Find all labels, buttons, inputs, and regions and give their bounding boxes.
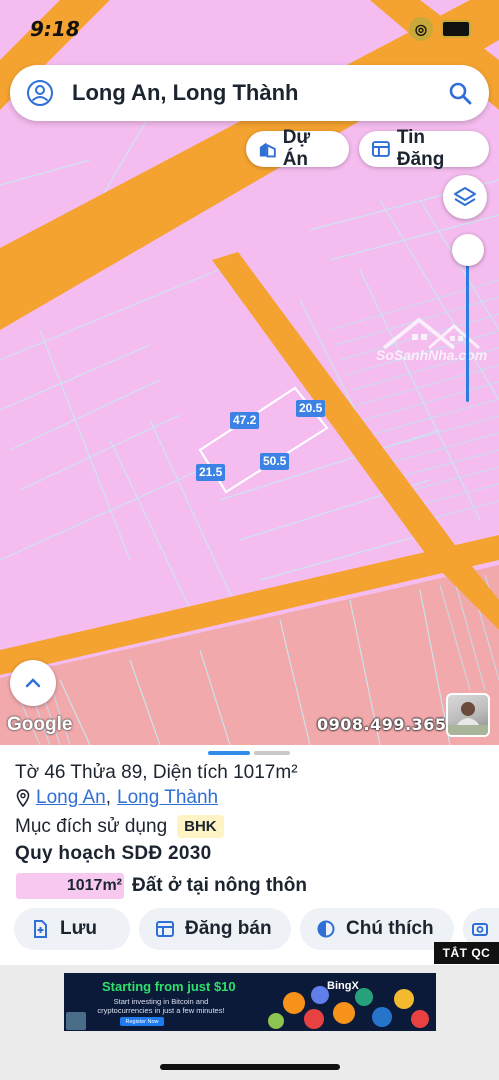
expand-up-button[interactable] [10, 660, 56, 706]
district-link[interactable]: Long Thành [117, 787, 218, 809]
parcel-dim-label: 47.2 [230, 412, 260, 429]
parcel-location: Long An, Long Thành [16, 787, 218, 809]
purpose-code-badge: BHK [177, 815, 224, 838]
chevron-up-icon [25, 678, 41, 688]
contrast-icon [317, 920, 335, 938]
listings-icon [156, 921, 174, 937]
ad-register-button[interactable]: Register Now [120, 1017, 164, 1026]
parcel-dim-label: 20.5 [296, 400, 326, 417]
project-chip-label: Dự Án [282, 127, 311, 170]
listings-icon [371, 141, 390, 157]
person-photo-icon [448, 702, 488, 735]
status-icons: ◎ [409, 17, 471, 41]
save-button[interactable]: Lưu [14, 908, 130, 950]
building-icon [259, 142, 276, 158]
add-photo-icon [472, 923, 488, 936]
watermark-text: SoSanhNha.com [376, 347, 488, 363]
land-use-row: 1017m² Đất ở tại nông thôn [16, 873, 307, 899]
land-purpose-row: Mục đích sử dụng BHK [15, 815, 224, 838]
listings-chip-label: Tin Đăng [396, 127, 445, 170]
house-watermark-icon [382, 317, 480, 350]
sell-button[interactable]: Đăng bán [139, 908, 291, 950]
parcel-info-sheet[interactable]: Tờ 46 Thửa 89, Diện tích 1017m² Long An,… [0, 745, 499, 965]
location-pin-icon [16, 789, 30, 807]
home-indicator[interactable] [160, 1064, 340, 1070]
project-chip[interactable]: Dự Án [246, 127, 349, 170]
legend-button[interactable]: Chú thích [300, 908, 454, 950]
ad-headline: Starting from just $10 [102, 979, 236, 994]
sell-button-label: Đăng bán [185, 918, 272, 939]
ad-info-icon[interactable] [66, 1012, 86, 1030]
search-icon[interactable] [447, 80, 473, 106]
layers-button[interactable] [443, 175, 487, 219]
ad-brand: BingX [327, 980, 359, 992]
add-bookmark-icon [34, 920, 47, 938]
location-separator: , [105, 787, 112, 808]
close-ad-button[interactable]: TẮT QC [434, 942, 499, 964]
sheet-page-indicator[interactable] [254, 751, 290, 755]
layers-icon [454, 187, 476, 206]
sosanhnha-watermark: SoSanhNha.com [374, 312, 499, 378]
ad-banner[interactable]: Starting from just $10 Start investing i… [64, 973, 436, 1031]
app-badge-icon: ◎ [409, 17, 433, 41]
sheet-page-indicator-active[interactable] [208, 751, 250, 755]
province-link[interactable]: Long An [36, 787, 106, 809]
save-button-label: Lưu [60, 918, 97, 939]
parcel-dim-label: 21.5 [196, 464, 226, 481]
opacity-slider-thumb[interactable] [452, 234, 484, 266]
status-bar: 9:18 ◎ [30, 14, 471, 44]
google-logo: Google [7, 714, 73, 735]
area-value: 1017m² [66, 877, 122, 894]
legend-button-label: Chú thích [346, 918, 434, 939]
phone-number[interactable]: 0908.499.365 [317, 715, 446, 734]
parcel-title: Tờ 46 Thửa 89, Diện tích 1017m² [15, 762, 298, 783]
agent-avatar[interactable] [446, 693, 490, 737]
user-icon[interactable] [26, 79, 54, 107]
parcel-dim-label: 50.5 [260, 453, 290, 470]
search-location-text[interactable]: Long An, Long Thành [72, 80, 447, 106]
listings-chip[interactable]: Tin Đăng [359, 127, 489, 170]
land-use-type: Đất ở tại nông thôn [132, 875, 307, 896]
search-bar[interactable]: Long An, Long Thành [10, 65, 489, 121]
ad-subtext: Start investing in Bitcoin and cryptocur… [97, 997, 225, 1015]
battery-icon [441, 20, 471, 38]
status-time: 9:18 [30, 17, 80, 41]
purpose-label: Mục đích sử dụng [15, 815, 168, 837]
plan-title: Quy hoạch SDĐ 2030 [15, 843, 212, 864]
opacity-slider-track[interactable] [466, 252, 469, 402]
area-swatch: 1017m² [16, 873, 124, 899]
action-row: Lưu Đăng bán Chú thích [0, 908, 499, 954]
